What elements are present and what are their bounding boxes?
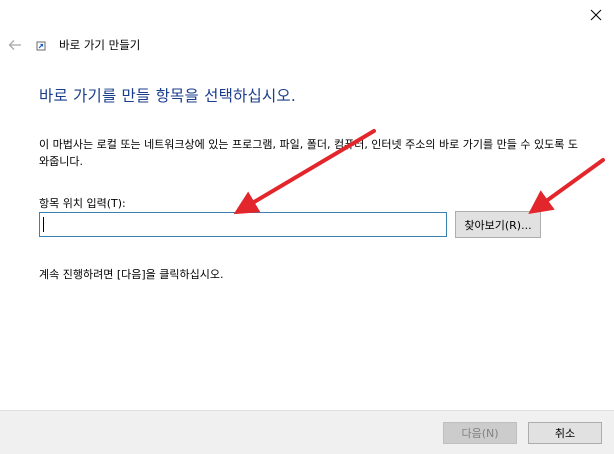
close-button[interactable] (578, 0, 614, 30)
page-heading: 바로 가기를 만들 항목을 선택하십시오. (39, 87, 296, 105)
back-arrow-icon (8, 40, 21, 50)
close-icon (590, 9, 602, 21)
wizard-footer: 다음(N) 취소 (0, 410, 614, 454)
continue-hint: 계속 진행하려면 [다음]을 클릭하십시오. (39, 268, 224, 281)
shortcut-icon (36, 41, 46, 51)
next-button[interactable]: 다음(N) (443, 422, 517, 444)
create-shortcut-wizard: 바로 가기 만들기 바로 가기를 만들 항목을 선택하십시오. 이 마법사는 로… (0, 0, 614, 454)
window-title: 바로 가기 만들기 (59, 38, 141, 52)
browse-button[interactable]: 찾아보기(R)... (455, 211, 541, 238)
cancel-button[interactable]: 취소 (528, 422, 602, 444)
location-input[interactable] (39, 212, 447, 237)
title-bar: 바로 가기 만들기 (0, 30, 614, 62)
back-button[interactable] (4, 34, 26, 56)
wizard-description: 이 마법사는 로컬 또는 네트워크상에 있는 프로그램, 파일, 폴더, 컴퓨터… (39, 138, 578, 168)
text-caret (43, 217, 44, 232)
location-field-label: 항목 위치 입력(T): (39, 197, 126, 210)
